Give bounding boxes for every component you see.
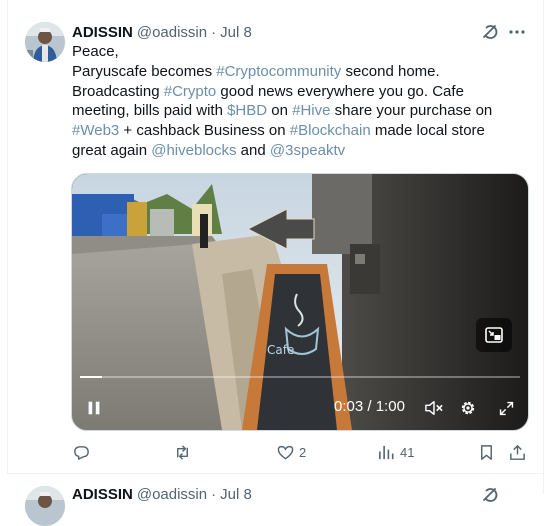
tweet-text-line: #Web3 + cashback Business on #Blockchain… [72,121,528,141]
share-button[interactable] [508,440,527,464]
video-player[interactable]: Cafe 0:03 / 1:00 [71,173,529,431]
tweet-text-segment: + cashback Business on [119,122,290,140]
pause-button[interactable] [84,398,104,418]
svg-text:Cafe: Cafe [267,343,294,357]
user-handle[interactable]: @oadissin [137,24,207,41]
picture-in-picture-button[interactable] [476,318,512,352]
tweet-text-line: Paryuscafe becomes #Cryptocommunity seco… [72,62,528,82]
repost-icon [177,444,188,460]
repost-button[interactable] [173,440,196,464]
tweet-text-line: great again @hiveblocks and @3speaktv [72,141,528,161]
share-icon [510,444,525,460]
tweet-link[interactable]: #Blockchain [290,122,371,139]
video-time: 0:03 / 1:00 [334,398,405,415]
tweet-text-line: Peace, [72,42,528,62]
views-button[interactable]: 41 [377,440,414,464]
tweet-link[interactable]: #Hive [292,102,330,119]
tweet-header: ADISSIN @oadissin · Jul 8 [72,22,252,42]
timeline-left-border [7,0,8,474]
tweet-text-segment: Paryuscafe becomes [72,62,217,80]
pause-icon [88,401,100,415]
tweet-date[interactable]: Jul 8 [220,486,252,503]
video-progress-fill [80,376,102,378]
fullscreen-button[interactable] [496,398,516,418]
tweet-text-segment: good news everywhere you go. Cafe [216,82,464,100]
fullscreen-icon [499,401,513,415]
timeline-right-border [543,0,544,494]
grok-icon[interactable] [480,485,500,505]
tweet-text-segment: on [267,102,293,120]
tweet-text-segment: second home. [341,62,440,80]
total-time: 1:00 [375,398,405,415]
display-name[interactable]: ADISSIN [72,24,133,41]
bookmark-icon [481,444,492,460]
like-button[interactable]: 2 [276,440,306,464]
mute-icon [425,400,443,416]
display-name[interactable]: ADISSIN [72,486,133,503]
tweet-divider [7,473,544,474]
tweet-text-line: Broadcasting #Crypto good news everywher… [72,82,528,102]
more-icon[interactable] [507,22,527,42]
tweet-link[interactable]: @3speaktv [270,142,345,159]
avatar[interactable] [25,486,65,526]
reply-button[interactable] [72,440,95,464]
like-icon [277,445,294,460]
user-handle[interactable]: @oadissin [137,486,207,503]
tweet-text-segment: Peace, [72,43,119,60]
tweet-text: Peace, Paryuscafe becomes #Cryptocommunit… [72,42,528,161]
tweet-text-segment: meeting, bills paid with [72,102,228,120]
video-frame: Cafe [72,174,528,430]
tweet-text-segment: made local store [370,122,485,140]
video-progress-bar[interactable] [80,376,520,378]
tweet-link[interactable]: #Cryptocommunity [216,63,341,80]
grok-icon[interactable] [480,22,500,42]
tweet-header: ADISSIN @oadissin · Jul 8 [72,484,252,504]
tweet-link[interactable]: $HBD [227,102,267,119]
tweet-date[interactable]: Jul 8 [220,24,252,41]
like-count: 2 [299,444,307,460]
tweet-link[interactable]: #Web3 [72,122,119,139]
current-time: 0:03 [334,398,364,415]
mute-button[interactable] [423,398,445,418]
tweet-text-segment: share your purchase on [330,102,493,120]
time-separator: / [367,398,372,415]
views-icon [379,445,394,459]
tweet-link[interactable]: #Crypto [164,83,217,100]
settings-button[interactable] [458,398,478,418]
settings-icon [461,401,475,415]
tweet-text-segment: great again [72,141,152,159]
tweet-text-line: meeting, bills paid with $HBD on #Hive s… [72,101,528,121]
reply-icon [74,445,89,460]
bookmark-button[interactable] [477,440,496,464]
tweet-link[interactable]: @hiveblocks [151,142,236,159]
tweet-text-segment: Broadcasting [72,82,164,100]
separator-dot: · [211,23,217,41]
avatar[interactable] [25,22,65,62]
tweet-text-segment: and [236,141,270,159]
pip-icon [485,327,503,343]
view-count: 41 [400,444,415,460]
separator-dot: · [211,485,217,503]
